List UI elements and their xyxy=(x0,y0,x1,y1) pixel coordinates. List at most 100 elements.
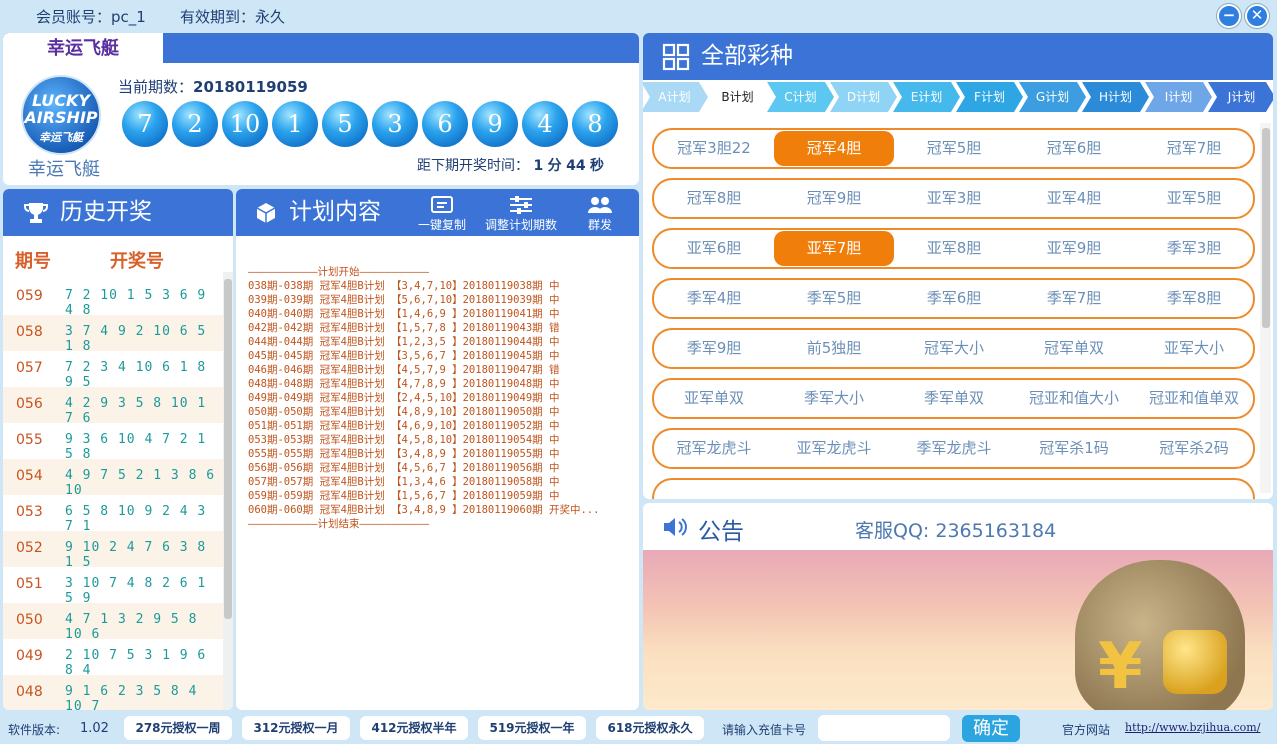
plan-tab[interactable]: D计划 xyxy=(830,82,897,112)
plan-line: 060期-060期 冠军4胆B计划 【3,4,8,9 】20180119060期… xyxy=(248,504,600,516)
play-type-item[interactable]: 季军大小 xyxy=(774,381,894,416)
plan-tab[interactable]: G计划 xyxy=(1019,82,1086,112)
play-row: 冠军3胆22 冠军4胆 冠军5胆 冠军6胆 冠军7胆 xyxy=(652,128,1255,169)
copy-icon xyxy=(431,196,453,213)
play-row: 冠军8胆 冠军9胆 亚军3胆 亚军4胆 亚军5胆 xyxy=(652,178,1255,219)
play-type-item[interactable]: 冠军杀2码 xyxy=(1134,431,1254,466)
sliders-icon xyxy=(510,196,532,214)
play-type-item[interactable]: 亚军3胆 xyxy=(894,181,1014,216)
lottery-panel: 幸运飞艇 LUCKY AIRSHIP 幸运飞艇 幸运飞艇 当前期数：201801… xyxy=(3,33,639,185)
play-type-item[interactable]: 亚军单双 xyxy=(654,381,774,416)
play-type-item[interactable]: 季军4胆 xyxy=(654,281,774,316)
plan-line: 048期-048期 冠军4胆B计划 【4,7,8,9 】20180119048期… xyxy=(248,378,560,390)
col-period: 期号 xyxy=(15,251,51,272)
play-type-item[interactable]: 冠亚和值大小 xyxy=(1014,381,1134,416)
plan-tab[interactable]: E计划 xyxy=(893,82,960,112)
history-numbers: 7 2 10 1 5 3 6 9 4 8 xyxy=(65,288,207,318)
play-type-item[interactable]: 亚军大小 xyxy=(1134,331,1254,366)
notice-banner-image: ¥ xyxy=(643,550,1273,710)
play-type-item[interactable]: 季军9胆 xyxy=(654,331,774,366)
version-label: 软件版本: xyxy=(8,723,61,737)
group-send-button[interactable]: 群发 xyxy=(564,192,636,234)
play-type-item[interactable]: 亚军6胆 xyxy=(654,231,774,266)
play-type-item[interactable]: 冠军3胆22 xyxy=(654,131,774,166)
draw-ball: 9 xyxy=(472,101,518,147)
plan-tab[interactable]: H计划 xyxy=(1082,82,1149,112)
plan-line: 044期-044期 冠军4胆B计划 【1,2,3,5 】20180119044期… xyxy=(248,336,560,348)
license-button[interactable]: 312元授权一月 xyxy=(242,716,350,740)
history-row: 050 4 7 1 3 2 9 5 8 10 6 xyxy=(3,603,223,642)
official-site-link[interactable]: http://www.bzjihua.com/ xyxy=(1125,721,1260,734)
play-type-item[interactable]: 冠军6胆 xyxy=(1014,131,1134,166)
play-type-item[interactable]: 冠军大小 xyxy=(894,331,1014,366)
play-type-item[interactable]: 冠军4胆 xyxy=(774,131,894,166)
plan-line: 046期-046期 冠军4胆B计划 【4,5,7,9 】20180119047期… xyxy=(248,364,560,376)
play-type-item[interactable]: 冠军杀1码 xyxy=(1014,431,1134,466)
draw-ball: 3 xyxy=(372,101,418,147)
minimize-button[interactable]: − xyxy=(1217,4,1241,28)
history-period: 049 xyxy=(16,648,43,664)
license-button[interactable]: 618元授权永久 xyxy=(596,716,704,740)
history-header: 历史开奖 xyxy=(3,189,233,236)
plan-header: 计划内容 一键复制 调整计划期数 群发 xyxy=(236,189,639,236)
play-type-item[interactable]: 冠亚和值单双 xyxy=(1134,381,1254,416)
play-type-item[interactable]: 前5独胆 xyxy=(774,331,894,366)
cube-icon xyxy=(256,203,276,223)
play-type-item[interactable]: 冠军龙虎斗 xyxy=(654,431,774,466)
play-type-item[interactable]: 亚军8胆 xyxy=(894,231,1014,266)
play-type-item[interactable]: 季军6胆 xyxy=(894,281,1014,316)
tab-lucky-airship[interactable]: 幸运飞艇 xyxy=(3,33,163,64)
card-number-input[interactable] xyxy=(818,715,950,741)
history-period: 058 xyxy=(16,324,43,340)
history-row: 053 6 5 8 10 9 2 4 3 7 1 xyxy=(3,495,223,534)
history-row: 051 3 10 7 4 8 2 6 1 5 9 xyxy=(3,567,223,606)
play-row: 亚军6胆 亚军7胆 亚军8胆 亚军9胆 季军3胆 xyxy=(652,228,1255,269)
plan-tab[interactable]: I计划 xyxy=(1145,82,1212,112)
play-type-item[interactable]: 亚军7胆 xyxy=(774,231,894,266)
group-label: 群发 xyxy=(587,218,612,232)
confirm-button[interactable]: 确定 xyxy=(962,715,1020,742)
play-type-item[interactable]: 亚军9胆 xyxy=(1014,231,1134,266)
history-period: 055 xyxy=(16,432,43,448)
play-type-item[interactable]: 亚军5胆 xyxy=(1134,181,1254,216)
play-type-item[interactable]: 冠军7胆 xyxy=(1134,131,1254,166)
license-button[interactable]: 519元授权一年 xyxy=(478,716,586,740)
history-numbers: 9 1 6 2 3 5 8 4 10 7 xyxy=(65,684,198,710)
play-type-item[interactable]: 季军龙虎斗 xyxy=(894,431,1014,466)
close-button[interactable]: ✕ xyxy=(1245,4,1269,28)
copy-all-button[interactable]: 一键复制 xyxy=(406,192,478,234)
history-numbers: 6 5 8 10 9 2 4 3 7 1 xyxy=(65,504,207,534)
play-type-item[interactable]: 冠军9胆 xyxy=(774,181,894,216)
plan-tab[interactable]: B计划 xyxy=(704,82,771,112)
play-type-item[interactable]: 冠军8胆 xyxy=(654,181,774,216)
play-type-item[interactable]: 季军5胆 xyxy=(774,281,894,316)
history-title: 历史开奖 xyxy=(60,199,152,225)
play-type-item[interactable]: 亚军4胆 xyxy=(1014,181,1134,216)
history-row: 058 3 7 4 9 2 10 6 5 1 8 xyxy=(3,315,223,354)
padlock-image xyxy=(1163,630,1227,694)
history-row: 056 4 2 9 3 5 8 10 1 7 6 xyxy=(3,387,223,426)
plan-tab[interactable]: C计划 xyxy=(767,82,834,112)
play-type-item[interactable]: 季军单双 xyxy=(894,381,1014,416)
history-scroll-thumb[interactable] xyxy=(224,279,232,619)
plan-tab[interactable]: F计划 xyxy=(956,82,1023,112)
plan-tab[interactable]: A计划 xyxy=(643,82,708,112)
types-scroll-thumb[interactable] xyxy=(1262,128,1270,328)
history-numbers: 7 2 3 4 10 6 1 8 9 5 xyxy=(65,360,207,390)
play-type-item[interactable]: 季军8胆 xyxy=(1134,281,1254,316)
countdown-sec: 44 xyxy=(566,158,586,174)
play-type-item[interactable]: 季军3胆 xyxy=(1134,231,1254,266)
play-type-item[interactable]: 亚军龙虎斗 xyxy=(774,431,894,466)
play-type-item[interactable]: 冠军5胆 xyxy=(894,131,1014,166)
history-period: 056 xyxy=(16,396,43,412)
play-type-item[interactable]: 季军7胆 xyxy=(1014,281,1134,316)
license-button[interactable]: 278元授权一周 xyxy=(124,716,232,740)
logo-caption: 幸运飞艇 xyxy=(28,159,100,180)
plan-tab[interactable]: J计划 xyxy=(1208,82,1273,112)
adjust-periods-button[interactable]: 调整计划期数 xyxy=(484,192,558,234)
license-button[interactable]: 412元授权半年 xyxy=(360,716,468,740)
types-header: 全部彩种 xyxy=(643,33,1273,80)
service-qq: 客服QQ: 2365163184 xyxy=(855,520,1057,542)
play-type-item[interactable]: 冠军单双 xyxy=(1014,331,1134,366)
plan-selector: A计划 B计划 C计划 D计划 E计划 F计划 G计划 H计划 I计划 J计划 xyxy=(643,82,1273,112)
